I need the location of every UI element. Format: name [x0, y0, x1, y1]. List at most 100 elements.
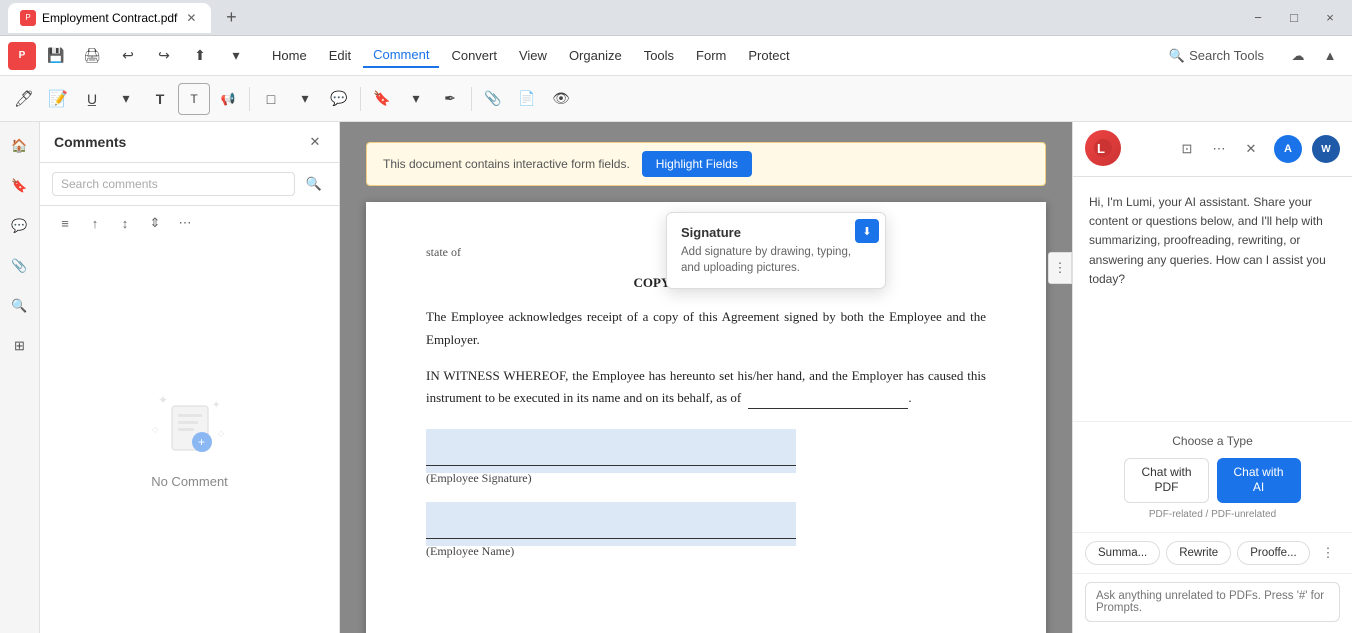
menu-organize[interactable]: Organize	[559, 44, 632, 67]
sig-tooltip-title: Signature	[681, 225, 871, 240]
empty-state-icon: ✦ ✦ ◇ ◇ +	[150, 384, 230, 464]
sidebar-home-icon[interactable]: 🏠	[4, 130, 36, 162]
svg-text:◇: ◇	[218, 429, 225, 438]
svg-text:◇: ◇	[152, 425, 159, 434]
sidebar-bookmark-icon[interactable]: 🔖	[4, 170, 36, 202]
close-button[interactable]: ×	[1316, 4, 1344, 32]
shape-tool[interactable]: □	[255, 83, 287, 115]
sig1-label: (Employee Signature)	[426, 468, 986, 488]
ai-close-icon[interactable]: ✕	[1238, 136, 1264, 162]
ai-type-label: Choose a Type	[1089, 434, 1336, 448]
pdf-viewer[interactable]: This document contains interactive form …	[340, 122, 1072, 633]
comments-panel: Comments ✕ 🔍 ≡ ↑ ↕ ⇕ ⋯ ✦ ✦	[40, 122, 340, 633]
comments-close-button[interactable]: ✕	[305, 132, 325, 152]
search-tools-label: Search Tools	[1189, 48, 1264, 63]
ai-more-icon[interactable]: ⋯	[1206, 136, 1232, 162]
underline-dropdown[interactable]: ▾	[110, 83, 142, 115]
menu-tools[interactable]: Tools	[634, 44, 684, 67]
summarize-button[interactable]: Summa...	[1085, 541, 1160, 565]
ai-header-icons: ⊡ ⋯ ✕	[1174, 136, 1264, 162]
lumi-avatar: L	[1085, 130, 1121, 166]
sig1-field[interactable]	[426, 429, 796, 473]
chat-ai-button[interactable]: Chat with AI	[1217, 458, 1301, 503]
maximize-button[interactable]: □	[1280, 4, 1308, 32]
shape-dropdown[interactable]: ▾	[289, 83, 321, 115]
attachment-tool[interactable]: 📎	[477, 83, 509, 115]
ai-expand-icon[interactable]: ⊡	[1174, 136, 1200, 162]
comments-title: Comments	[54, 134, 126, 150]
rewrite-button[interactable]: Rewrite	[1166, 541, 1231, 565]
redo-icon[interactable]: ↪	[148, 40, 180, 72]
new-tab-button[interactable]: +	[217, 4, 245, 32]
comment-expand-icon[interactable]: ⇕	[142, 210, 168, 236]
toolbar: 🖊 📝 U̲ ▾ T T 📢 □ ▾ 💬 🔖 ▾ ✒ 📎 📄 👁	[0, 76, 1352, 122]
ai-panel: L ⊡ ⋯ ✕ A W Hi, I'm Lumi, your AI assist…	[1072, 122, 1352, 633]
ai-panel-header: L ⊡ ⋯ ✕ A W	[1073, 122, 1352, 177]
menu-view[interactable]: View	[509, 44, 557, 67]
tab-title: Employment Contract.pdf	[42, 11, 177, 25]
chat-pdf-button[interactable]: Chat with PDF	[1124, 458, 1208, 503]
menu-bar: P 💾 🖨 ↩ ↪ ⬆ ▾ Home Edit Comment Convert …	[0, 36, 1352, 76]
svg-text:✦: ✦	[212, 400, 220, 411]
comment-filter-icon[interactable]: ≡	[52, 210, 78, 236]
stamp-dropdown[interactable]: ▾	[400, 83, 432, 115]
app-container: P 💾 🖨 ↩ ↪ ⬆ ▾ Home Edit Comment Convert …	[0, 36, 1352, 633]
sig-download-button[interactable]: ⬇	[855, 219, 879, 243]
sidebar-search-icon[interactable]: 🔍	[4, 290, 36, 322]
sidebar-attach-icon[interactable]: 📎	[4, 250, 36, 282]
ai-content: Hi, I'm Lumi, your AI assistant. Share y…	[1073, 177, 1352, 421]
dropdown-icon[interactable]: ▾	[220, 40, 252, 72]
eye-tool[interactable]: 👁	[545, 83, 577, 115]
ai-type-buttons: Chat with PDF Chat with AI	[1089, 458, 1336, 503]
menu-comment[interactable]: Comment	[363, 43, 439, 68]
comments-header: Comments ✕	[40, 122, 339, 163]
sticky-note-tool[interactable]: 📝	[42, 83, 74, 115]
ai-action-buttons: Summa... Rewrite Prooffe... ⋮	[1073, 532, 1352, 573]
browser-controls: − □ ×	[1244, 4, 1344, 32]
toolbar-right-buttons: ☁ ▲	[1284, 42, 1344, 70]
search-tools[interactable]: 🔍 Search Tools	[1159, 44, 1274, 68]
highlight-fields-button[interactable]: Highlight Fields	[642, 151, 752, 177]
sidebar-layers-icon[interactable]: ⊞	[4, 330, 36, 362]
sidebar-comment-icon[interactable]: 💬	[4, 210, 36, 242]
menu-convert[interactable]: Convert	[441, 44, 507, 67]
stamp-tool[interactable]: 🔖	[366, 83, 398, 115]
comment-options-icon[interactable]: ⋯	[172, 210, 198, 236]
menu-form[interactable]: Form	[686, 44, 736, 67]
print-icon[interactable]: 🖨	[76, 40, 108, 72]
comment-sort-icon[interactable]: ↕	[112, 210, 138, 236]
pdf-tab-icon: P	[20, 10, 36, 26]
menu-protect[interactable]: Protect	[738, 44, 799, 67]
text-box-tool[interactable]: T	[178, 83, 210, 115]
comment-sort-asc-icon[interactable]: ↑	[82, 210, 108, 236]
pen-tool[interactable]: ✒	[434, 83, 466, 115]
minimize-button[interactable]: −	[1244, 4, 1272, 32]
sig2-field[interactable]	[426, 502, 796, 546]
underline-tool[interactable]: U̲	[76, 83, 108, 115]
tab-close-button[interactable]: ✕	[183, 10, 199, 26]
comments-search-button[interactable]: 🔍	[301, 171, 327, 197]
ai-input-field[interactable]	[1085, 582, 1340, 622]
menu-edit[interactable]: Edit	[319, 44, 361, 67]
ai-type-section: Choose a Type Chat with PDF Chat with AI…	[1073, 421, 1352, 532]
comment-tool[interactable]: 💬	[323, 83, 355, 115]
proofread-button[interactable]: Prooffe...	[1237, 541, 1309, 565]
callout-tool[interactable]: 📢	[212, 83, 244, 115]
sig-section: (Employee Signature) (Employee Name)	[426, 429, 986, 562]
ai-type-sub-label: PDF-related / PDF-unrelated	[1089, 509, 1336, 520]
pdf-settings-toggle[interactable]: ⋮	[1048, 252, 1072, 284]
text-markup-tool[interactable]: 📄	[511, 83, 543, 115]
ai-actions-more-icon[interactable]: ⋮	[1316, 541, 1340, 565]
ai-input-area	[1073, 573, 1352, 633]
undo-icon[interactable]: ↩	[112, 40, 144, 72]
save-icon[interactable]: 💾	[40, 40, 72, 72]
highlight-tool[interactable]: 🖊	[8, 83, 40, 115]
menu-bar-left: P 💾 🖨 ↩ ↪ ⬆ ▾	[8, 40, 252, 72]
share-icon[interactable]: ⬆	[184, 40, 216, 72]
collapse-btn[interactable]: ▲	[1316, 42, 1344, 70]
cloud-upload-btn[interactable]: ☁	[1284, 42, 1312, 70]
browser-tab[interactable]: P Employment Contract.pdf ✕	[8, 3, 211, 33]
comments-search-input[interactable]	[52, 172, 295, 196]
menu-home[interactable]: Home	[262, 44, 317, 67]
text-tool[interactable]: T	[144, 83, 176, 115]
